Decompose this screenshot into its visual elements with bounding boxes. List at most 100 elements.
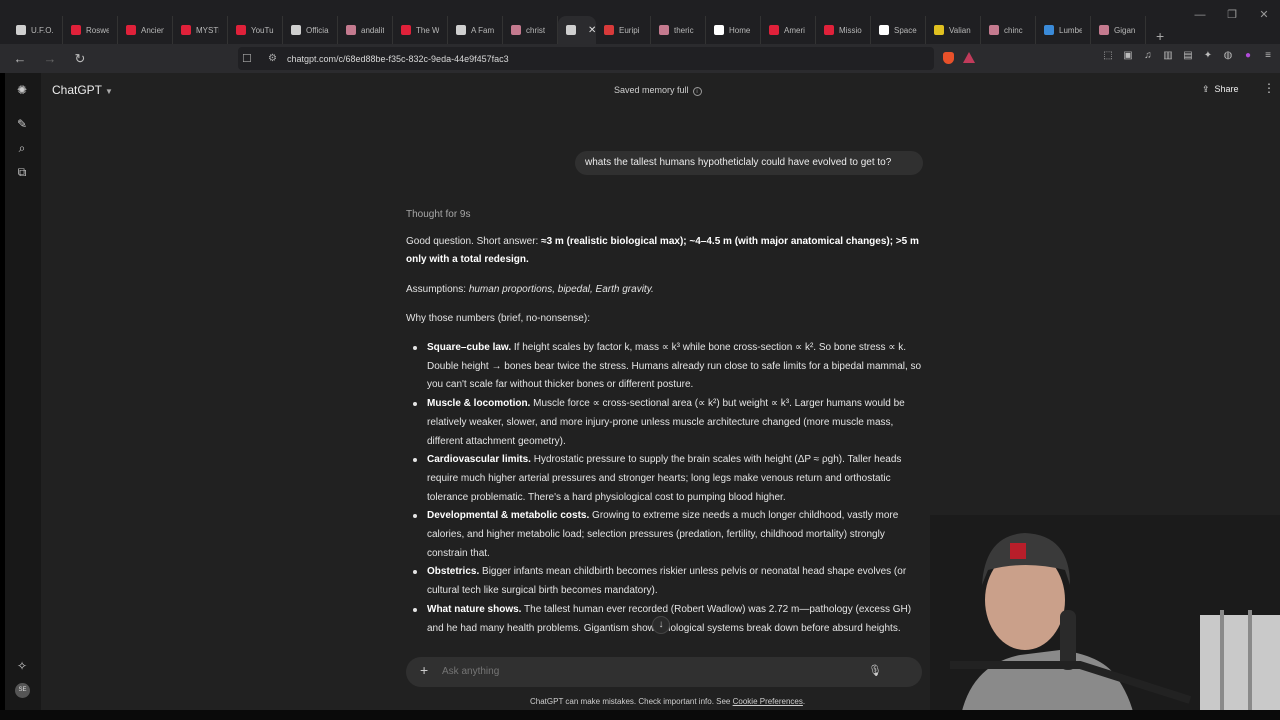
memory-status: Saved memory full i xyxy=(614,85,702,96)
tab-favicon-icon xyxy=(659,25,669,35)
reload-icon[interactable]: ↻ xyxy=(70,51,90,67)
share-label: Share xyxy=(1214,84,1239,94)
forward-icon[interactable]: → xyxy=(40,51,60,66)
browser-tab[interactable]: chinc xyxy=(981,16,1036,44)
library-icon[interactable]: ⧉ xyxy=(15,165,29,179)
browser-toolbar: ← → ↻ ☐ ⚙ chatgpt.com/c/68ed88be-f35c-83… xyxy=(0,44,1280,73)
close-window-icon[interactable]: ✕ xyxy=(1248,0,1280,32)
reason-text: Bigger infants mean childbirth becomes r… xyxy=(427,566,907,597)
tab-favicon-icon xyxy=(566,25,576,35)
brave-rewards-icon[interactable] xyxy=(963,52,975,63)
site-settings-icon[interactable]: ⚙ xyxy=(268,53,277,64)
browser-tab[interactable]: MYSTERY xyxy=(173,16,228,44)
tab-favicon-icon xyxy=(71,25,81,35)
why-heading: Why those numbers (brief, no-nonsense): xyxy=(406,312,590,324)
browser-tab[interactable]: Gigan xyxy=(1091,16,1146,44)
share-button[interactable]: ⇪ Share xyxy=(1202,84,1239,95)
tab-favicon-icon xyxy=(236,25,246,35)
restore-icon[interactable]: ❐ xyxy=(1216,0,1248,32)
short-answer: Good question. Short answer: ≈3 m (reali… xyxy=(406,233,926,270)
browser-tab[interactable]: christ xyxy=(503,16,558,44)
tab-favicon-icon xyxy=(291,25,301,35)
tab-title: The W xyxy=(416,25,439,35)
tab-title: theric xyxy=(674,25,694,35)
browser-tab[interactable]: Ameri xyxy=(761,16,816,44)
tab-favicon-icon xyxy=(181,25,191,35)
tab-favicon-icon xyxy=(879,25,889,35)
browser-tab[interactable]: Euripi xyxy=(596,16,651,44)
browser-tab[interactable]: Home xyxy=(706,16,761,44)
leo-icon[interactable]: ✦ xyxy=(1202,50,1214,62)
browser-tab[interactable]: andalite xyxy=(338,16,393,44)
browser-tab[interactable]: Lumbe xyxy=(1036,16,1091,44)
address-bar[interactable]: ☐ ⚙ chatgpt.com/c/68ed88be-f35c-832c-9ed… xyxy=(238,47,934,70)
new-chat-icon[interactable]: ✎ xyxy=(15,117,29,131)
tab-title: Missio xyxy=(839,25,862,35)
extensions-icon[interactable]: ⬚ xyxy=(1102,50,1114,62)
plus-icon[interactable]: + xyxy=(420,662,428,678)
browser-tab[interactable]: Missio xyxy=(816,16,871,44)
tab-title: Euripi xyxy=(619,25,640,35)
minimize-icon[interactable]: — xyxy=(1184,0,1216,32)
browser-tab[interactable]: Space xyxy=(871,16,926,44)
tab-search-icon[interactable]: ▤ xyxy=(1182,50,1194,62)
tab-favicon-icon xyxy=(824,25,834,35)
share-icon: ⇪ xyxy=(1202,84,1210,94)
browser-tab[interactable]: Roswell xyxy=(63,16,118,44)
mic-icon[interactable]: 🎙 xyxy=(868,664,882,677)
assumptions-italic: human proportions, bipedal, Earth gravit… xyxy=(468,283,654,295)
tab-favicon-icon xyxy=(604,25,614,35)
browser-tab[interactable]: Ancient xyxy=(118,16,173,44)
back-icon[interactable]: ← xyxy=(10,51,30,66)
bookmark-icon[interactable]: ☐ xyxy=(242,52,252,65)
browser-tab[interactable]: Official xyxy=(283,16,338,44)
model-selector[interactable]: ChatGPT ▼ xyxy=(52,83,113,97)
browser-tab[interactable]: U.F.O. xyxy=(8,16,63,44)
user-message: whats the tallest humans hypotheticlaly … xyxy=(575,151,923,175)
browser-tab-strip: U.F.O. Roswell Ancient MYSTERY YouTube Offici… xyxy=(0,0,1280,44)
tab-title: Ameri xyxy=(784,25,805,35)
brave-shield-icon[interactable] xyxy=(943,52,954,64)
browser-tab[interactable]: The W xyxy=(393,16,448,44)
reason-item: Square–cube law. If height scales by fac… xyxy=(406,339,926,395)
cookie-preferences-link[interactable]: Cookie Preferences xyxy=(733,697,803,706)
browser-tab[interactable]: YouTube xyxy=(228,16,283,44)
reason-title: Obstetrics. xyxy=(427,566,480,578)
webcam-overlay xyxy=(930,515,1280,720)
extension-toolbar: ⬚ ▣ ♫ ▥ ▤ ✦ ◍ ● ≡ xyxy=(1102,50,1274,62)
tab-favicon-icon xyxy=(989,25,999,35)
reason-item: Developmental & metabolic costs. Growing… xyxy=(406,507,926,563)
screenshot-icon[interactable]: ▣ xyxy=(1122,50,1134,62)
browser-tab[interactable]: A Fam xyxy=(448,16,503,44)
browser-tab[interactable]: Valian xyxy=(926,16,981,44)
search-icon[interactable]: ⌕ xyxy=(15,141,29,155)
left-rail: ✺ ✎ ⌕ ⧉ ✧ SE xyxy=(5,73,41,710)
more-options-icon[interactable]: ⋮ xyxy=(1263,81,1275,95)
tab-title: christ xyxy=(526,25,546,35)
avatar[interactable]: SE xyxy=(15,683,30,698)
tab-title: chinc xyxy=(1004,25,1023,35)
vpn-icon[interactable]: ◍ xyxy=(1222,50,1234,62)
prompt-input[interactable] xyxy=(442,666,742,677)
chevron-down-icon: ▼ xyxy=(105,87,113,96)
sparkle-icon[interactable]: ✧ xyxy=(15,659,29,673)
openai-logo-icon[interactable]: ✺ xyxy=(15,83,29,97)
thought-duration[interactable]: Thought for 9s xyxy=(406,206,926,225)
sidebar-icon[interactable]: ▥ xyxy=(1162,50,1174,62)
reason-item: Cardiovascular limits. Hydrostatic press… xyxy=(406,451,926,507)
new-tab-button[interactable]: + xyxy=(1156,28,1164,44)
scroll-down-button[interactable]: ↓ xyxy=(652,616,670,634)
tab-title: Official xyxy=(306,25,329,35)
browser-tab[interactable]: Ta✕ xyxy=(558,16,596,44)
assistant-response: Thought for 9s Good question. Short answ… xyxy=(406,206,926,638)
tab-title: Ancient xyxy=(141,25,164,35)
info-icon[interactable]: i xyxy=(692,87,702,96)
model-label: ChatGPT xyxy=(52,83,103,97)
media-icon[interactable]: ♫ xyxy=(1142,50,1154,62)
wallet-icon[interactable]: ● xyxy=(1242,50,1254,62)
disclaimer-end: . xyxy=(802,697,806,706)
disclaimer: ChatGPT can make mistakes. Check importa… xyxy=(530,697,805,706)
assumptions-lead: Assumptions: xyxy=(406,283,469,295)
browser-tab[interactable]: theric xyxy=(651,16,706,44)
menu-icon[interactable]: ≡ xyxy=(1262,50,1274,62)
